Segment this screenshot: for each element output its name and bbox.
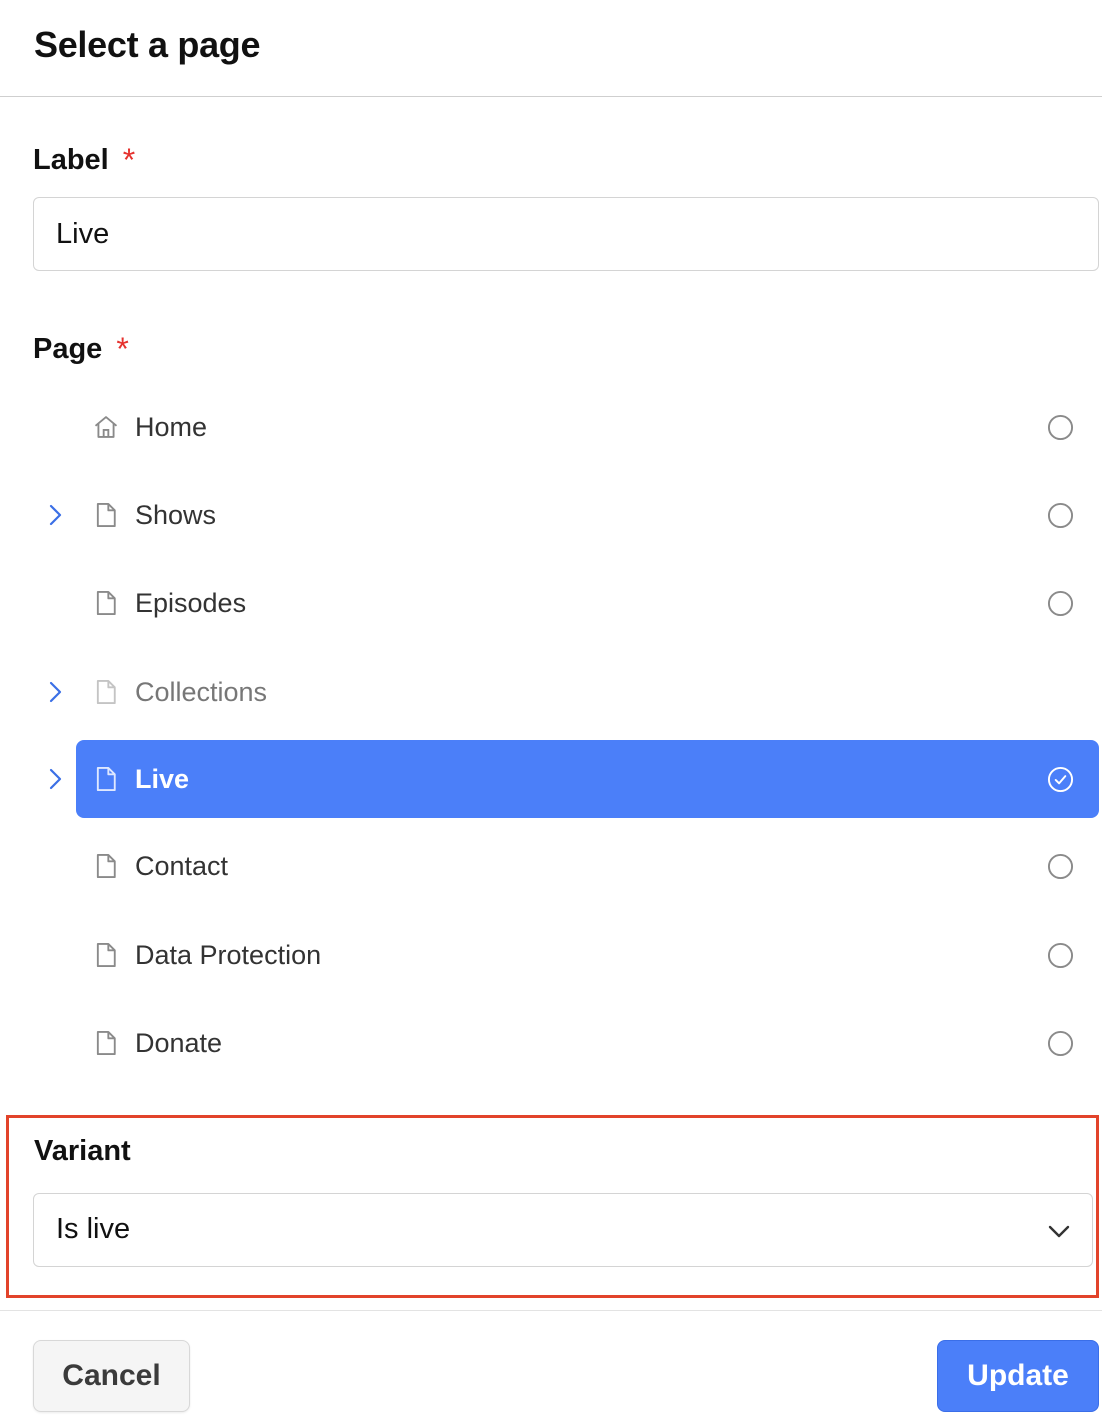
label-input-value: Live xyxy=(56,218,110,250)
radio-unchecked-icon[interactable] xyxy=(1047,502,1074,529)
page-icon xyxy=(96,853,116,879)
radio-unchecked-icon[interactable] xyxy=(1047,590,1074,617)
page-tree-item-contact[interactable]: Contact xyxy=(0,827,1102,905)
page-icon xyxy=(96,590,116,616)
page-icon xyxy=(96,1030,116,1056)
page-icon xyxy=(96,942,116,968)
page-field-label: Page * xyxy=(33,329,129,367)
page-field-label-text: Page xyxy=(33,333,103,365)
dialog-title: Select a page xyxy=(34,24,261,65)
label-input[interactable]: Live xyxy=(33,197,1099,271)
footer-divider xyxy=(0,1310,1102,1311)
page-tree-item-label: Contact xyxy=(135,851,229,881)
page-tree-item-label: Live xyxy=(135,764,190,794)
radio-unchecked-icon[interactable] xyxy=(1047,853,1074,880)
chevron-down-icon xyxy=(1048,1225,1070,1238)
update-button[interactable]: Update xyxy=(937,1340,1099,1412)
radio-checked-icon[interactable] xyxy=(1047,766,1074,793)
chevron-right-icon[interactable] xyxy=(44,500,68,530)
variant-select[interactable]: Is live xyxy=(33,1193,1093,1267)
page-icon xyxy=(96,679,116,705)
page-tree-item-home[interactable]: Home xyxy=(0,388,1102,466)
label-field-label-text: Label xyxy=(33,144,109,176)
page-tree-item-label: Shows xyxy=(135,500,217,530)
selected-highlight xyxy=(76,740,1099,818)
label-field-label: Label * xyxy=(33,140,136,178)
page-tree-item-episodes[interactable]: Episodes xyxy=(0,564,1102,642)
cancel-button[interactable]: Cancel xyxy=(33,1340,190,1412)
page-icon xyxy=(96,502,116,528)
page-tree-item-label: Donate xyxy=(135,1028,223,1058)
page-icon xyxy=(96,766,116,792)
variant-select-value: Is live xyxy=(56,1213,131,1245)
radio-unchecked-icon[interactable] xyxy=(1047,414,1074,441)
radio-unchecked-icon[interactable] xyxy=(1047,1030,1074,1057)
page-tree-item-collections[interactable]: Collections xyxy=(0,653,1102,731)
page-tree-item-label: Episodes xyxy=(135,588,247,618)
page-tree-item-donate[interactable]: Donate xyxy=(0,1004,1102,1082)
dialog-header: Select a page xyxy=(0,0,1102,97)
required-mark: * xyxy=(116,331,129,367)
page-tree-item-shows[interactable]: Shows xyxy=(0,476,1102,554)
radio-unchecked-icon[interactable] xyxy=(1047,942,1074,969)
page-tree-item-data-protection[interactable]: Data Protection xyxy=(0,916,1102,994)
required-mark: * xyxy=(122,142,136,178)
variant-field-label: Variant xyxy=(34,1135,131,1167)
page-tree-item-label: Data Protection xyxy=(135,940,322,970)
chevron-right-icon[interactable] xyxy=(44,764,68,794)
page-tree-item-label: Collections xyxy=(135,677,268,707)
home-icon xyxy=(94,416,118,438)
chevron-right-icon[interactable] xyxy=(44,677,68,707)
page-tree-item-label: Home xyxy=(135,412,208,442)
page-tree-item-live[interactable]: Live xyxy=(0,740,1102,818)
